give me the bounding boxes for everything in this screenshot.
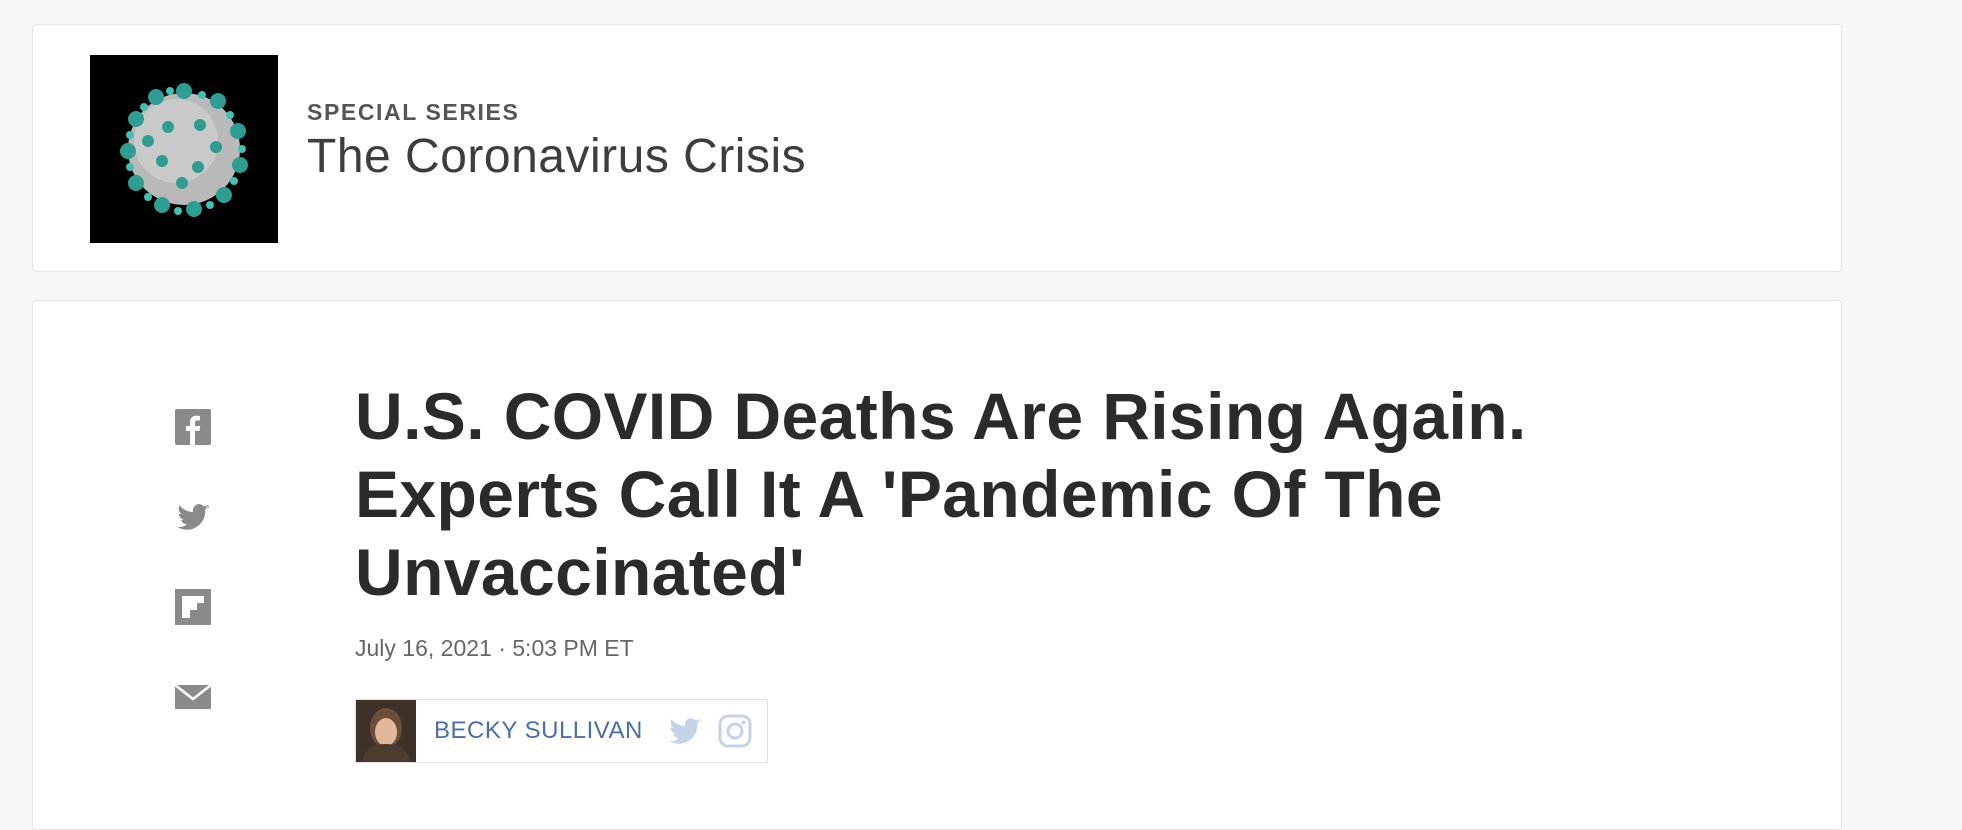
flipboard-icon — [175, 589, 211, 625]
coronavirus-thumbnail[interactable] — [90, 55, 278, 243]
article-headline: U.S. COVID Deaths Are Rising Again. Expe… — [355, 379, 1527, 609]
author-instagram-link[interactable] — [717, 713, 753, 749]
twitter-share-button[interactable] — [175, 499, 211, 535]
facebook-share-button[interactable] — [175, 409, 211, 445]
author-avatar[interactable] — [356, 700, 416, 762]
flipboard-share-button[interactable] — [175, 589, 211, 625]
author-twitter-link[interactable] — [667, 713, 703, 749]
article-dateline: July 16, 2021 · 5:03 PM ET — [355, 635, 634, 661]
author-byline: BECKY SULLIVAN — [355, 699, 768, 763]
article-card: U.S. COVID Deaths Are Rising Again. Expe… — [32, 300, 1842, 830]
email-icon — [175, 684, 211, 709]
twitter-icon — [668, 718, 701, 744]
share-rail — [175, 409, 227, 769]
series-title-link[interactable]: The Coronavirus Crisis — [307, 129, 806, 184]
author-name-link[interactable]: BECKY SULLIVAN — [434, 717, 643, 745]
special-series-card[interactable]: SPECIAL SERIES The Coronavirus Crisis — [32, 24, 1842, 272]
instagram-icon — [718, 714, 752, 748]
series-eyebrow: SPECIAL SERIES — [307, 99, 520, 125]
twitter-icon — [177, 504, 209, 530]
email-share-button[interactable] — [175, 679, 211, 715]
facebook-icon — [175, 409, 211, 445]
